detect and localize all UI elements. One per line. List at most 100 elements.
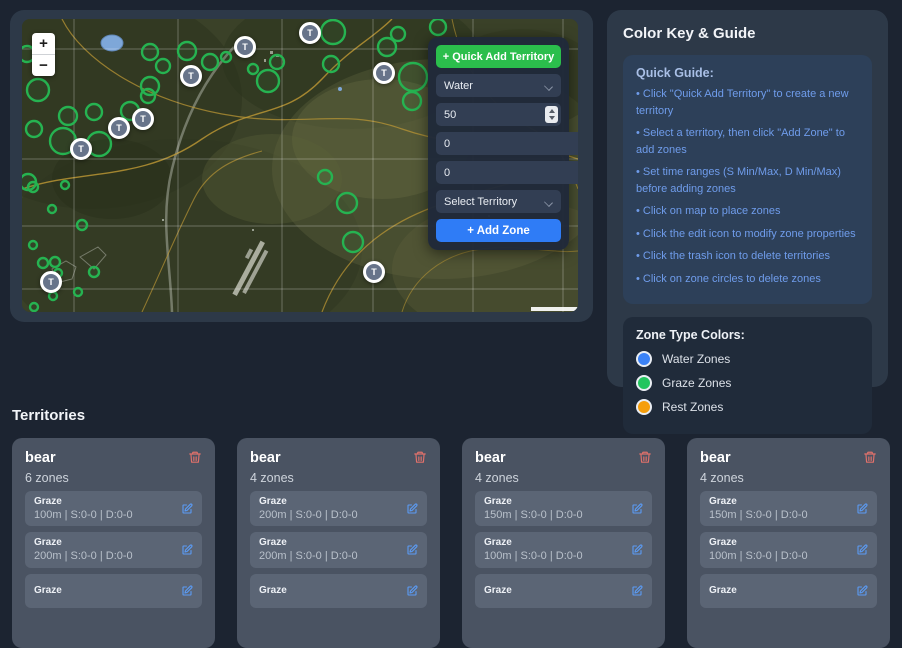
delete-territory-button[interactable] [863, 450, 877, 465]
zone-circle[interactable] [77, 220, 87, 230]
zone-circle[interactable] [178, 42, 196, 60]
radius-stepper[interactable] [436, 103, 561, 126]
territory-marker[interactable]: T [40, 271, 62, 293]
map-zoom-control: + − [32, 33, 55, 76]
s-min-stepper[interactable] [436, 132, 578, 155]
zone-color-item: Graze Zones [636, 375, 859, 391]
zone-circle[interactable] [248, 64, 258, 74]
edit-zone-button[interactable] [406, 503, 418, 515]
edit-zone-button[interactable] [631, 503, 643, 515]
zone-circle[interactable] [49, 292, 57, 300]
zone-circle[interactable] [399, 63, 427, 91]
zone-circle[interactable] [61, 181, 69, 189]
zone-type-colors-box: Zone Type Colors: Water ZonesGraze Zones… [623, 317, 872, 434]
edit-zone-button[interactable] [856, 544, 868, 556]
edit-zone-button[interactable] [181, 585, 193, 597]
zone-details-label: 100m | S:0-0 | D:0-0 [34, 508, 133, 522]
zone-circle[interactable] [257, 70, 279, 92]
zoom-out-button[interactable]: − [32, 55, 55, 76]
delete-territory-button[interactable] [413, 450, 427, 465]
d-min-input[interactable] [439, 167, 578, 179]
territory-marker[interactable]: T [299, 22, 321, 44]
territory-marker[interactable]: T [108, 117, 130, 139]
edit-zone-button[interactable] [856, 503, 868, 515]
territory-marker[interactable]: T [70, 138, 92, 160]
quick-guide-title: Quick Guide: [636, 66, 859, 80]
zone-circle[interactable] [378, 38, 396, 56]
zone-circle[interactable] [141, 89, 155, 103]
guide-item: • Click on map to place zones [636, 203, 859, 220]
zone-text: Graze [484, 584, 512, 597]
zone-circle[interactable] [202, 54, 218, 70]
territory-marker[interactable]: T [373, 62, 395, 84]
map-canvas[interactable]: TTTTTTTTT + − + Quick Add Territory Wate… [22, 19, 578, 312]
zone-circle[interactable] [142, 44, 158, 60]
zone-circle[interactable] [89, 267, 99, 277]
territory-select[interactable]: Select Territory [436, 190, 561, 213]
quick-add-territory-button[interactable]: + Quick Add Territory [436, 45, 561, 68]
zone-list-item: Graze200m | S:0-0 | D:0-0 [25, 532, 202, 567]
zone-circle[interactable] [27, 79, 49, 101]
zone-circle[interactable] [74, 288, 82, 296]
chevron-down-icon [545, 82, 553, 90]
radius-input[interactable] [439, 109, 545, 121]
zone-circle[interactable] [318, 170, 332, 184]
add-zone-button[interactable]: + Add Zone [436, 219, 561, 242]
territory-card: bear 6 zones Graze 100m | S:0-0 | D:0-0 Graz… [12, 438, 215, 648]
zone-circle[interactable] [29, 241, 37, 249]
zone-circle[interactable] [403, 92, 421, 110]
territory-card-header: bear [25, 450, 202, 466]
zone-circle[interactable] [30, 303, 38, 311]
zone-circle[interactable] [59, 107, 77, 125]
edit-zone-button[interactable] [406, 585, 418, 597]
delete-territory-button[interactable] [188, 450, 202, 465]
edit-zone-button[interactable] [631, 544, 643, 556]
zone-circle[interactable] [337, 193, 357, 213]
zone-color-label: Rest Zones [662, 400, 723, 414]
edit-zone-button[interactable] [406, 544, 418, 556]
guide-item: • Set time ranges (S Min/Max, D Min/Max)… [636, 164, 859, 197]
trash-icon [638, 450, 652, 465]
zone-circle[interactable] [50, 257, 60, 267]
zone-circle[interactable] [38, 258, 48, 268]
quick-guide-box: Quick Guide: • Click "Quick Add Territor… [623, 55, 872, 304]
zone-circle[interactable] [86, 104, 102, 120]
zone-circle[interactable] [48, 205, 56, 213]
zone-type-select[interactable]: Water [436, 74, 561, 97]
zone-circle[interactable] [221, 52, 231, 62]
zone-type-label: Graze [34, 536, 133, 549]
delete-territory-button[interactable] [638, 450, 652, 465]
territory-name: bear [250, 450, 281, 466]
guide-item: • Click on zone circles to delete zones [636, 271, 859, 288]
edit-zone-button[interactable] [631, 585, 643, 597]
territory-name: bear [25, 450, 56, 466]
zone-circle[interactable] [26, 121, 42, 137]
zone-list-item: Graze100m | S:0-0 | D:0-0 [475, 532, 652, 567]
d-min-stepper[interactable] [436, 161, 578, 184]
edit-zone-button[interactable] [181, 503, 193, 515]
zone-circle[interactable] [156, 59, 170, 73]
spinner-arrows-icon[interactable] [545, 106, 558, 123]
zone-circle[interactable] [270, 55, 284, 69]
zone-circle[interactable] [323, 56, 339, 72]
edit-icon [631, 544, 643, 556]
zone-circle[interactable] [343, 232, 363, 252]
zone-details-label: 150m | S:0-0 | D:0-0 [709, 508, 808, 522]
zone-circle[interactable] [28, 182, 38, 192]
zone-circle[interactable] [321, 20, 345, 44]
guide-item: • Click the edit icon to modify zone pro… [636, 226, 859, 243]
territory-marker[interactable]: T [234, 36, 256, 58]
zone-details-label: 200m | S:0-0 | D:0-0 [259, 549, 358, 563]
territory-zone-count: 6 zones [25, 471, 202, 485]
territory-marker[interactable]: T [132, 108, 154, 130]
zoom-in-button[interactable]: + [32, 33, 55, 54]
edit-zone-button[interactable] [181, 544, 193, 556]
zone-control-panel: + Quick Add Territory Water [428, 37, 569, 250]
territory-marker[interactable]: T [180, 65, 202, 87]
s-min-input[interactable] [439, 138, 578, 150]
territory-marker[interactable]: T [363, 261, 385, 283]
zone-circle[interactable] [430, 19, 446, 35]
zone-type-label: Graze [484, 495, 583, 508]
edit-zone-button[interactable] [856, 585, 868, 597]
zone-type-label: Graze [259, 495, 358, 508]
